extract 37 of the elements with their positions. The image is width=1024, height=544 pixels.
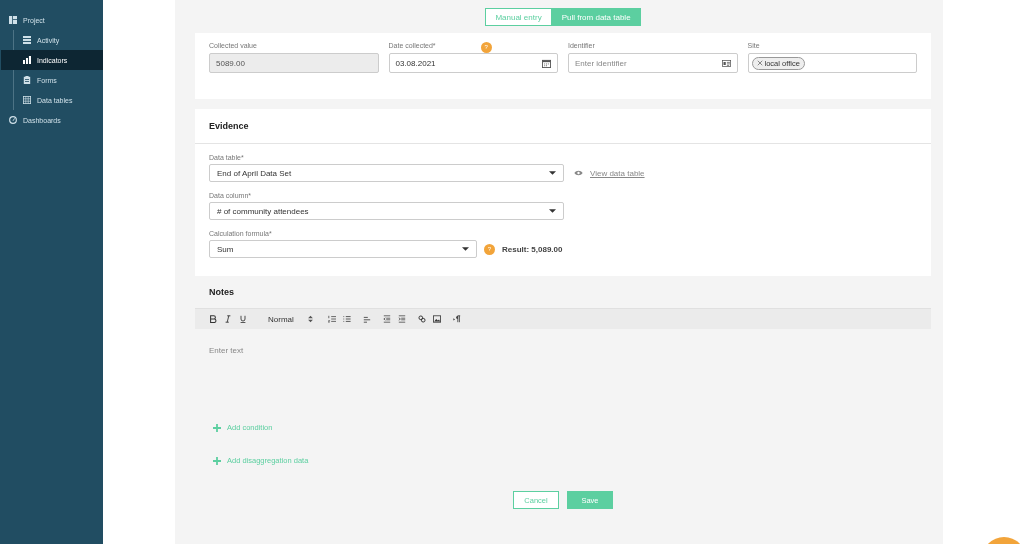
text-style-select[interactable]: Normal	[268, 314, 313, 324]
up-down-icon	[307, 315, 313, 323]
calendar-icon[interactable]	[542, 58, 551, 68]
eye-icon	[574, 170, 583, 176]
data-table-select[interactable]: End of April Data Set	[209, 164, 564, 182]
bar-chart-icon	[23, 56, 31, 64]
link-icon[interactable]	[417, 315, 426, 323]
grid-icon	[9, 16, 17, 24]
notes-editor[interactable]: Enter text	[195, 329, 931, 419]
close-icon[interactable]	[756, 60, 763, 66]
paragraph-icon[interactable]	[452, 315, 461, 323]
bold-icon[interactable]	[209, 315, 217, 323]
data-column-select[interactable]: # of community attendees	[209, 202, 564, 220]
input-field[interactable]: 03.08.2021	[388, 53, 558, 73]
gauge-icon	[9, 116, 17, 124]
result-text: Result: 5,089.00	[502, 244, 563, 254]
clipboard-icon	[23, 76, 31, 84]
id-card-icon	[721, 58, 731, 68]
caret-icon	[549, 209, 556, 213]
ordered-list-icon[interactable]	[327, 315, 336, 323]
image-icon[interactable]	[432, 315, 441, 323]
indent-icon[interactable]	[397, 315, 406, 323]
italic-icon[interactable]	[224, 315, 232, 323]
list-icon	[23, 36, 31, 44]
formula-select[interactable]: Sum	[209, 240, 477, 258]
plus-icon	[213, 423, 221, 432]
section-title: Evidence	[208, 120, 250, 133]
underline-icon[interactable]	[239, 315, 247, 323]
plus-icon	[213, 456, 221, 465]
caret-icon	[549, 171, 556, 175]
bullet-list-icon[interactable]	[342, 315, 351, 323]
table-icon	[23, 96, 31, 104]
align-left-icon[interactable]	[362, 315, 371, 323]
caret-icon	[462, 247, 469, 251]
input-field[interactable]: Enter identifier	[568, 53, 738, 73]
outdent-icon[interactable]	[382, 315, 391, 323]
view-data-table-link[interactable]: View data table	[590, 168, 645, 178]
